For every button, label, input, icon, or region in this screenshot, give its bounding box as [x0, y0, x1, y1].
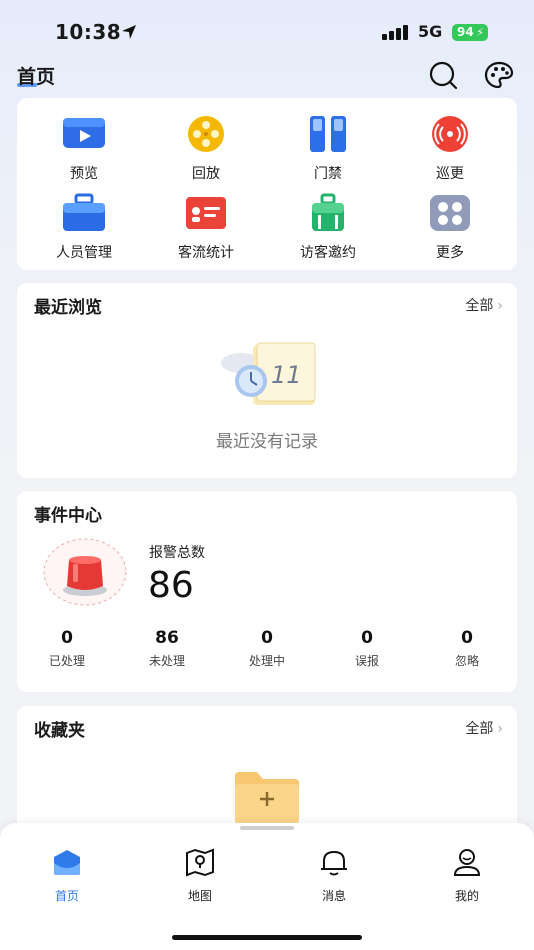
stat-processed[interactable]: 0 已处理: [17, 628, 117, 669]
stat-unprocessed[interactable]: 86 未处理: [117, 628, 217, 669]
stat-value: 86: [155, 628, 179, 648]
profile-icon: [453, 849, 481, 876]
tab-label: 地图: [187, 889, 212, 903]
alarm-total-value: 86: [148, 565, 194, 606]
section-title: 事件中心: [34, 506, 102, 526]
add-folder-icon[interactable]: [233, 770, 301, 824]
grid-item-label: 更多: [436, 245, 464, 261]
event-center-card: 事件中心 报警总数 86 0 已处理 86 未处理 0 处理中 0 误报 0 忽…: [17, 491, 517, 692]
film-reel-icon: [188, 116, 224, 152]
visitor-flow-card-icon: [186, 197, 226, 229]
drag-handle[interactable]: [240, 826, 294, 830]
stat-value: 0: [261, 628, 273, 648]
grid-item-personnel[interactable]: 人员管理: [29, 193, 139, 262]
door-access-icon: [310, 116, 346, 152]
app-header: 首页: [0, 58, 534, 94]
grid-item-label: 巡更: [436, 166, 464, 182]
battery-indicator: 94 ⚡: [452, 24, 488, 41]
network-type: 5G: [418, 22, 443, 41]
section-title: 最近浏览: [34, 298, 102, 318]
more-grid-icon: [430, 195, 470, 231]
status-bar: 10:38 5G 94 ⚡: [0, 0, 534, 60]
charging-bolt-icon: ⚡: [476, 26, 484, 39]
grid-item-label: 预览: [70, 166, 98, 182]
view-all-favorites-link[interactable]: 全部 ›: [465, 718, 503, 738]
grid-item-label: 门禁: [314, 166, 342, 182]
grid-item-access-control[interactable]: 门禁: [273, 114, 383, 183]
video-preview-icon: [63, 118, 105, 148]
view-all-label: 全部: [465, 721, 494, 737]
home-indicator: [172, 935, 362, 940]
tab-profile[interactable]: 我的: [427, 847, 507, 904]
stat-label: 已处理: [48, 654, 85, 668]
grid-item-playback[interactable]: 回放: [151, 114, 261, 183]
stat-false-alarm[interactable]: 0 误报: [317, 628, 417, 669]
recent-browsing-card: 最近浏览 全部 › 11 最近没有记录: [17, 283, 517, 478]
grid-item-preview[interactable]: 预览: [29, 114, 139, 183]
alarm-siren-icon: [43, 538, 127, 606]
status-time: 10:38: [55, 20, 122, 44]
stat-value: 0: [61, 628, 73, 648]
palette-icon[interactable]: [484, 60, 514, 90]
map-icon: [186, 848, 214, 877]
tab-home[interactable]: 首页: [27, 847, 107, 904]
page-title: 首页: [17, 66, 56, 88]
chevron-right-icon: ›: [497, 721, 503, 737]
quick-access-grid: 预览 回放 门禁 巡更 人员管理 客流统计 访客邀约 更多: [17, 98, 517, 270]
tab-messages[interactable]: 消息: [294, 847, 374, 904]
view-all-recent-link[interactable]: 全部 ›: [465, 295, 503, 315]
empty-state-text: 最近没有记录: [216, 432, 318, 452]
grid-item-visitor-invite[interactable]: 访客邀约: [273, 193, 383, 262]
visitor-luggage-icon: [312, 193, 344, 231]
tab-map[interactable]: 地图: [160, 847, 240, 904]
stat-ignored[interactable]: 0 忽略: [417, 628, 517, 669]
battery-level: 94: [457, 25, 474, 39]
grid-item-label: 回放: [192, 166, 220, 182]
stat-label: 未处理: [148, 654, 185, 668]
bottom-tab-bar: 首页 地图 消息 我的: [0, 823, 534, 950]
empty-calendar-illustration: 11: [221, 342, 316, 405]
home-icon: [54, 850, 80, 875]
stat-label: 忽略: [454, 654, 479, 668]
personnel-briefcase-icon: [63, 193, 105, 231]
alarm-total-label: 报警总数: [149, 545, 205, 561]
search-icon[interactable]: [428, 60, 458, 90]
chevron-right-icon: ›: [497, 298, 503, 314]
calendar-day-number: 11: [271, 361, 302, 389]
location-arrow-icon: [122, 25, 136, 39]
grid-item-more[interactable]: 更多: [395, 193, 505, 262]
grid-item-visitor-stats[interactable]: 客流统计: [151, 193, 261, 262]
grid-item-label: 客流统计: [178, 245, 234, 261]
tab-label: 消息: [321, 889, 346, 903]
patrol-signal-icon: [432, 116, 468, 152]
cellular-signal-icon: [382, 24, 410, 40]
view-all-label: 全部: [465, 298, 494, 314]
grid-item-label: 人员管理: [56, 245, 112, 261]
tab-label: 首页: [54, 889, 79, 903]
stat-label: 处理中: [248, 654, 285, 668]
stat-value: 0: [361, 628, 373, 648]
stat-processing[interactable]: 0 处理中: [217, 628, 317, 669]
bell-icon: [321, 850, 347, 876]
stat-label: 误报: [354, 654, 379, 668]
grid-item-patrol[interactable]: 巡更: [395, 114, 505, 183]
grid-item-label: 访客邀约: [300, 245, 356, 261]
section-title: 收藏夹: [34, 721, 85, 741]
stat-value: 0: [461, 628, 473, 648]
tab-label: 我的: [454, 889, 479, 903]
